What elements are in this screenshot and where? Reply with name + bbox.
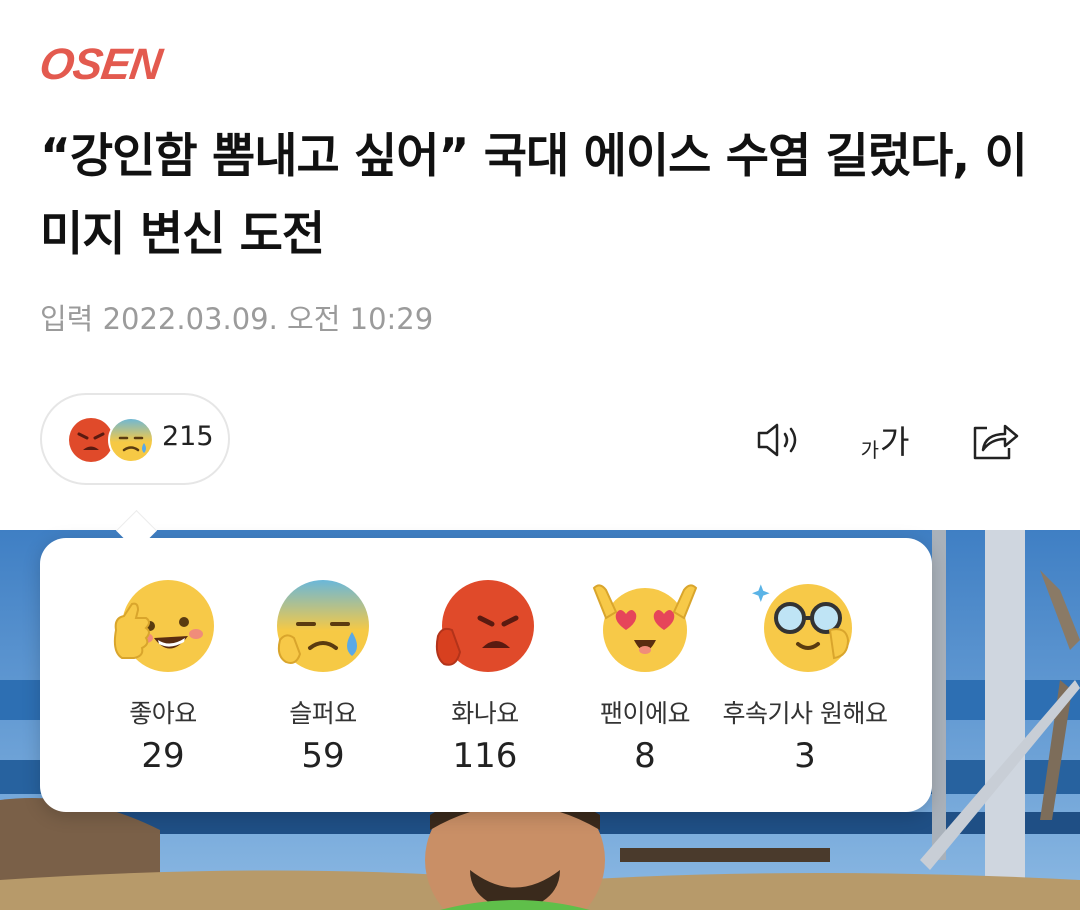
reaction-like[interactable]: 좋아요 29 (78, 538, 248, 776)
reaction-like-count: 29 (141, 736, 185, 776)
reaction-summary-button[interactable]: 215 (40, 393, 230, 485)
reaction-sad[interactable]: 슬퍼요 59 (238, 538, 408, 776)
reaction-want-followup-label: 후속기사 원해요 (722, 699, 888, 728)
article-title: “강인함 뽐내고 싶어” 국대 에이스 수염 길렀다, 이미지 변신 도전 (40, 129, 1028, 262)
glasses-face-icon (752, 584, 852, 672)
osen-logo[interactable]: OSEN (36, 40, 165, 90)
reaction-want-followup[interactable]: 후속기사 원해요 3 (720, 538, 890, 776)
sad-face-icon (277, 580, 369, 672)
speaker-icon (757, 423, 797, 457)
reaction-popup: 좋아요 29 슬퍼요 59 화나요 116 팬이에요 8 후속기사 원해요 3 (40, 538, 932, 812)
font-size-icon: 가 가 (861, 417, 910, 463)
thumbs-up-face-icon (113, 580, 214, 672)
reaction-fan-label: 팬이에요 (599, 699, 691, 728)
share-icon (973, 424, 1019, 460)
reaction-fan-count: 8 (634, 736, 656, 776)
angry-face-icon (435, 580, 534, 672)
font-large-glyph: 가 (879, 423, 910, 461)
reaction-total-count: 215 (162, 421, 214, 452)
sad-face-icon (108, 417, 154, 463)
reaction-fan[interactable]: 팬이에요 8 (560, 538, 730, 776)
reaction-sad-label: 슬퍼요 (289, 699, 357, 728)
heart-eyes-face-icon (592, 584, 698, 672)
reaction-want-followup-count: 3 (794, 736, 816, 776)
reaction-like-label: 좋아요 (129, 699, 197, 728)
article-date: 입력 2022.03.09. 오전 10:29 (40, 302, 434, 336)
speaker-button[interactable] (752, 412, 808, 468)
reaction-angry-count: 116 (452, 736, 518, 776)
share-button[interactable] (966, 412, 1022, 468)
reaction-sad-count: 59 (301, 736, 345, 776)
reaction-angry[interactable]: 화나요 116 (400, 538, 570, 776)
font-small-glyph: 가 (860, 438, 879, 462)
reaction-angry-label: 화나요 (451, 699, 519, 728)
font-size-button[interactable]: 가 가 (850, 412, 920, 468)
